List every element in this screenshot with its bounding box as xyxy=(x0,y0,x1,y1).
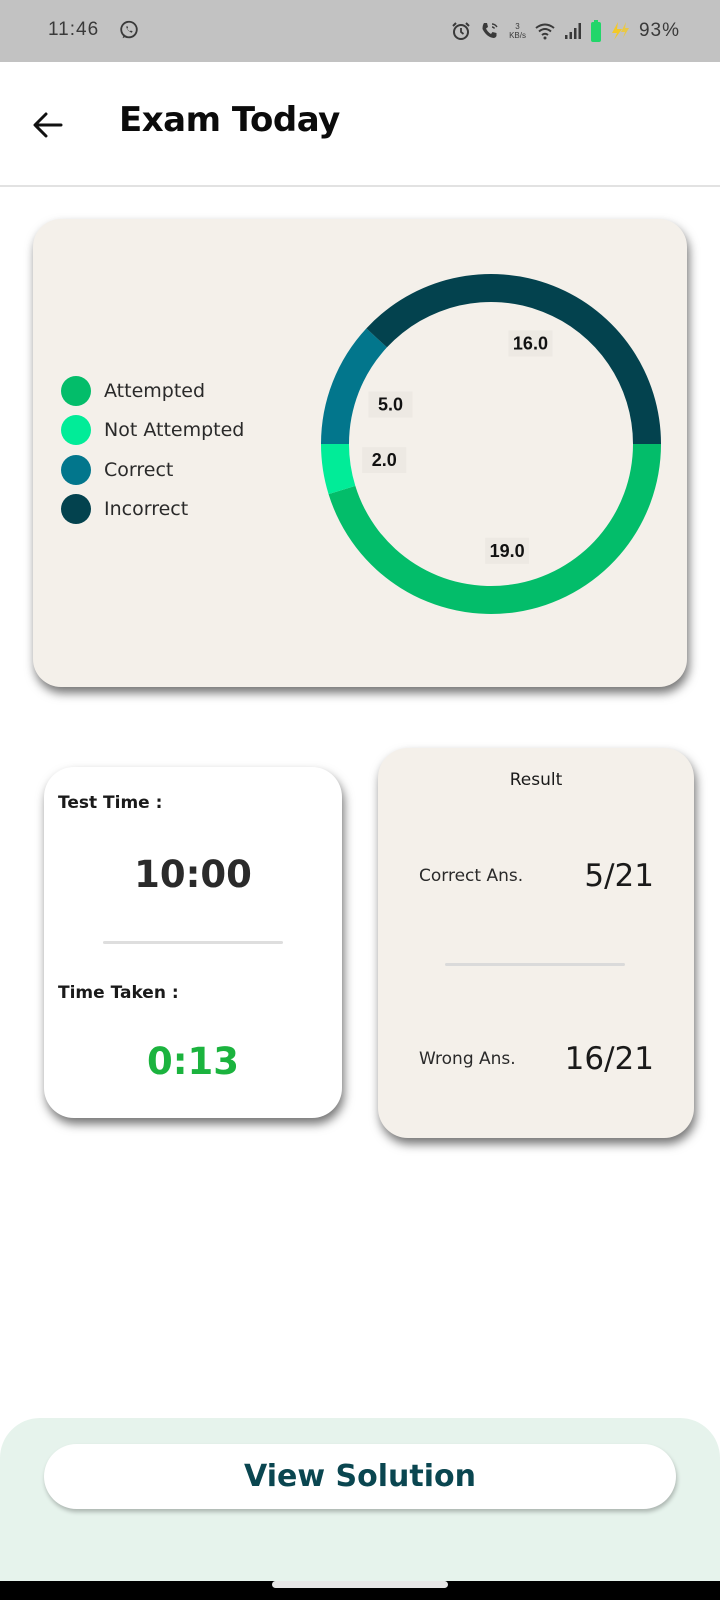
wrong-answers-row: Wrong Ans. 16/21 xyxy=(419,1041,654,1077)
donut-slice-not-attempted xyxy=(321,444,356,495)
wifi-icon xyxy=(535,23,555,40)
exam-chart-card: Attempted Not Attempted Correct Incorrec… xyxy=(33,219,687,687)
arrow-left-icon xyxy=(33,112,63,138)
home-indicator[interactable] xyxy=(272,1581,448,1588)
system-nav-bar xyxy=(0,1581,720,1600)
signal-icon xyxy=(564,23,581,39)
correct-answers-row: Correct Ans. 5/21 xyxy=(419,858,654,894)
status-time: 11:46 xyxy=(48,19,100,40)
test-time-label: Test Time : xyxy=(58,793,163,813)
donut-label-attempted: 19.0 xyxy=(485,537,530,564)
slice-value-label: 2.0 xyxy=(372,450,397,470)
wifi-call-icon xyxy=(482,23,498,38)
status-icons: 3 KB/s 93% xyxy=(451,18,680,44)
battery-icon xyxy=(590,20,601,42)
donut-label-not-attempted: 2.0 xyxy=(362,447,407,474)
result-card: Result Correct Ans. 5/21 Wrong Ans. 16/2… xyxy=(378,748,694,1138)
slice-value-label: 16.0 xyxy=(513,333,548,353)
wrong-answers-value: 16/21 xyxy=(564,1041,654,1077)
status-bar: 11:46 3 KB/s 93% xyxy=(0,0,720,62)
donut-label-incorrect: 16.0 xyxy=(508,330,553,357)
network-speed: 3 KB/s xyxy=(509,22,526,40)
time-card: Test Time : 10:00 Time Taken : 0:13 xyxy=(44,767,342,1118)
slice-value-label: 5.0 xyxy=(378,395,403,415)
donut-slice-incorrect xyxy=(366,273,661,444)
back-button[interactable] xyxy=(28,105,68,145)
battery-percent: 93% xyxy=(638,20,680,41)
view-solution-button[interactable]: View Solution xyxy=(44,1444,676,1509)
test-time-value: 10:00 xyxy=(134,853,252,896)
divider xyxy=(445,963,625,966)
time-taken-label: Time Taken : xyxy=(58,983,179,1003)
wrong-answers-label: Wrong Ans. xyxy=(419,1049,516,1069)
time-taken-value: 0:13 xyxy=(146,1040,240,1083)
donut-slice-correct xyxy=(321,328,387,444)
correct-answers-value: 5/21 xyxy=(584,858,654,894)
app-bar: Exam Today xyxy=(0,62,720,187)
charging-icon xyxy=(611,22,629,40)
page-title: Exam Today xyxy=(119,100,340,140)
whatsapp-icon xyxy=(120,20,138,39)
donut-chart: 19.0 2.0 5.0 16.0 xyxy=(321,273,661,615)
bottom-panel: View Solution xyxy=(0,1418,720,1581)
slice-value-label: 19.0 xyxy=(490,541,525,561)
divider xyxy=(103,941,283,944)
result-title: Result xyxy=(509,770,563,790)
correct-answers-label: Correct Ans. xyxy=(419,866,524,886)
alarm-icon xyxy=(452,22,470,40)
donut-label-correct: 5.0 xyxy=(368,391,413,418)
